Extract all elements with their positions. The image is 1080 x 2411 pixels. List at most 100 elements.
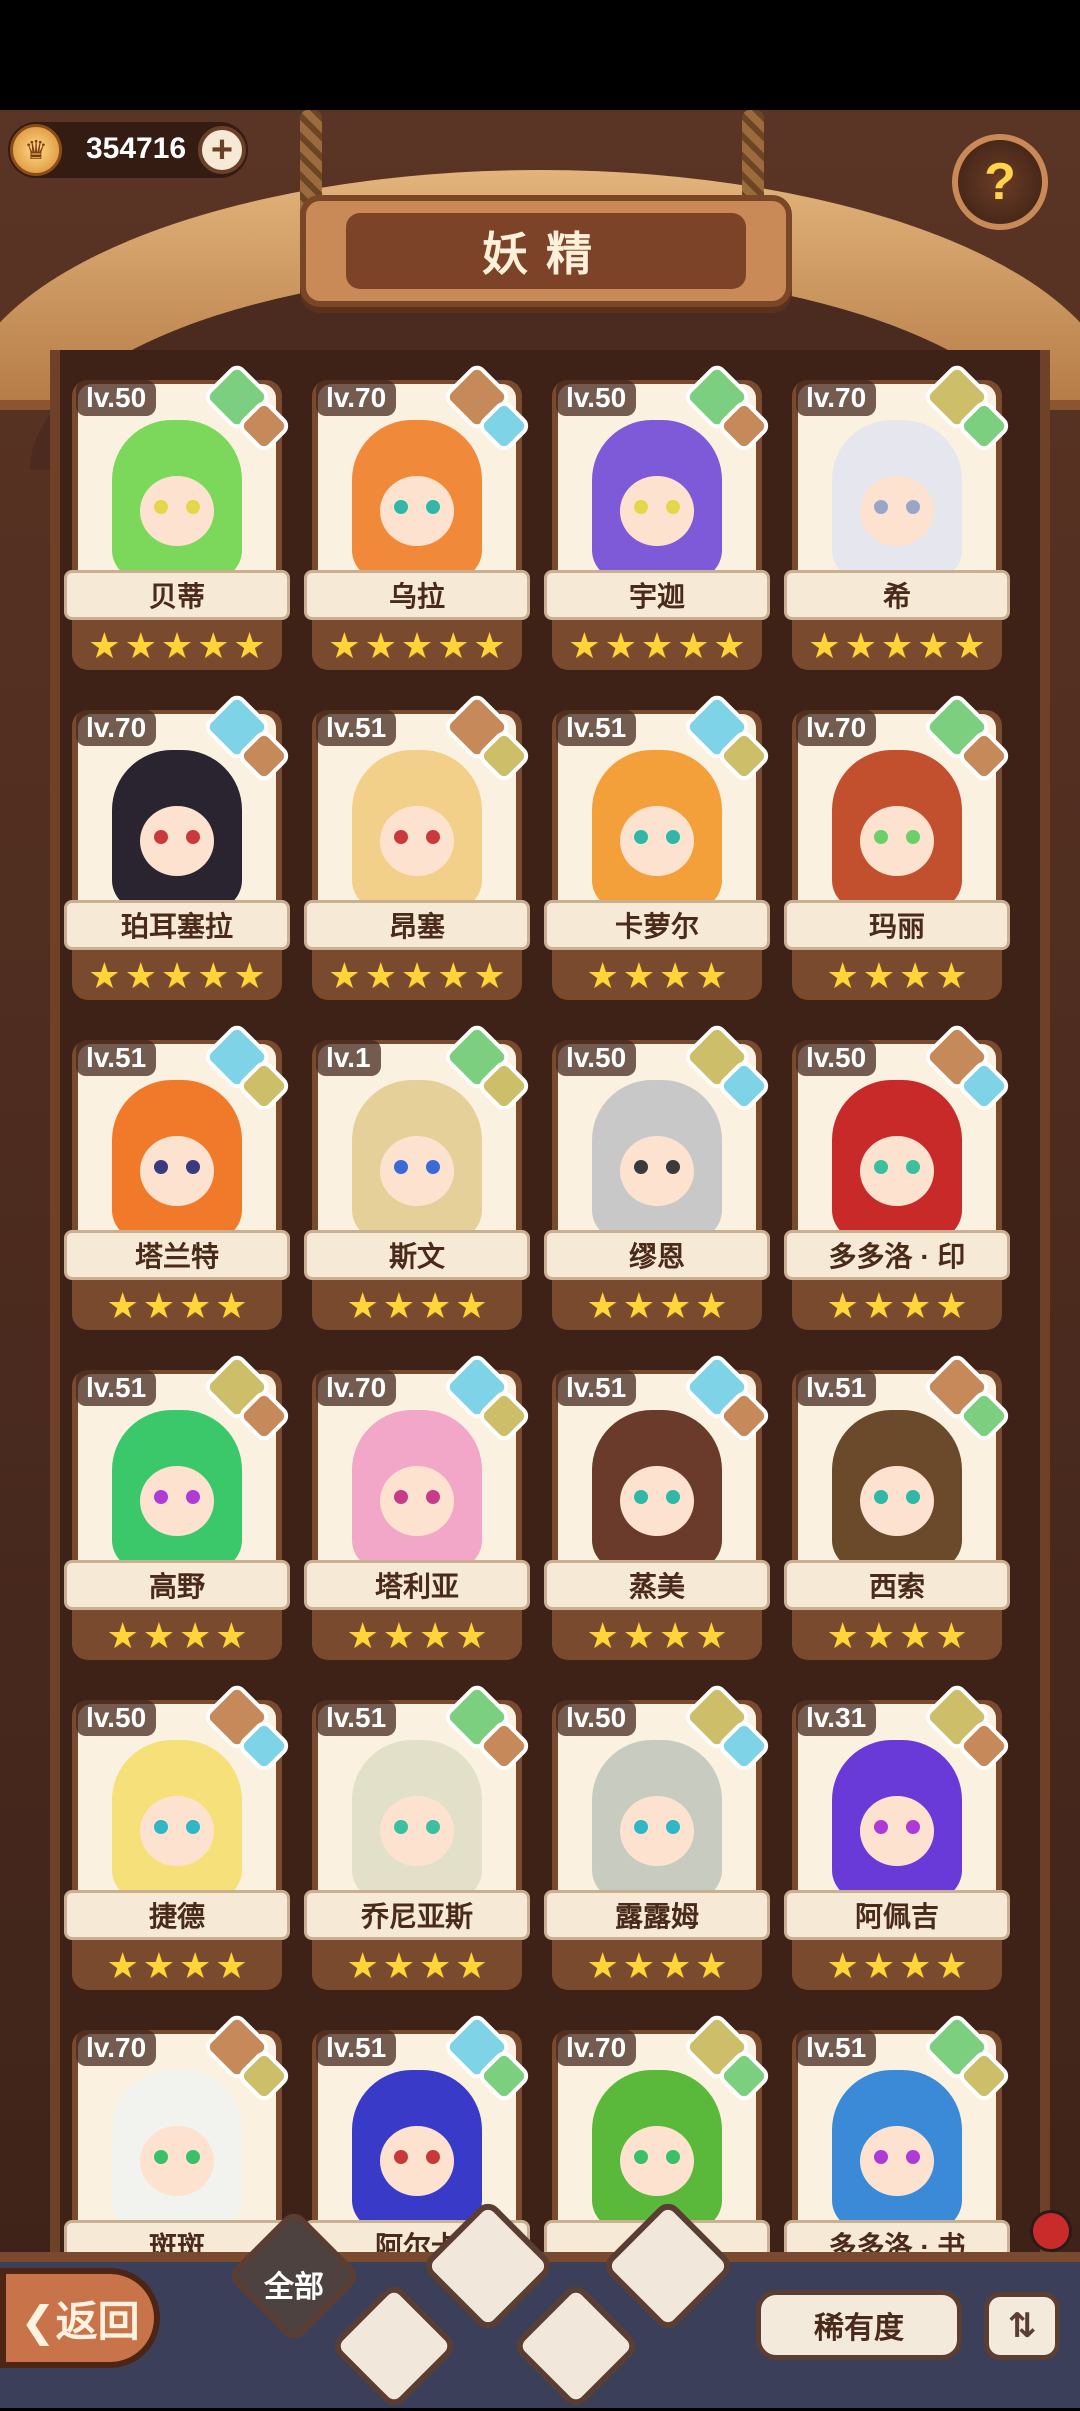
star-icon: ★	[695, 955, 728, 996]
star-rating: ★ ★ ★ ★	[794, 1286, 1000, 1326]
fairy-card[interactable]: lv.31 阿佩吉 ★ ★ ★ ★	[784, 1681, 1013, 1992]
star-icon: ★	[160, 625, 194, 666]
star-icon: ★	[586, 955, 619, 996]
ladybug-icon	[1030, 2210, 1072, 2252]
star-icon: ★	[160, 955, 194, 996]
fairy-eyes	[634, 830, 680, 844]
star-rating: ★ ★ ★ ★ ★	[74, 956, 280, 996]
fairy-card[interactable]: lv.70 珀耳塞拉 ★ ★ ★ ★ ★	[64, 691, 293, 1002]
fairy-eyes	[634, 1160, 680, 1174]
star-icon: ★	[88, 955, 121, 996]
fairy-card[interactable]: lv.51 塔兰特 ★ ★ ★ ★	[64, 1021, 293, 1332]
star-icon: ★	[437, 955, 470, 996]
level-label: lv.1	[316, 1040, 381, 1076]
fairy-card[interactable]: lv.50 多多洛 · 印 ★ ★ ★ ★	[784, 1021, 1013, 1332]
star-icon: ★	[179, 1285, 212, 1326]
rarity-sort-button[interactable]: 稀有度	[756, 2290, 962, 2360]
level-label: lv.50	[76, 1700, 157, 1736]
fairy-eyes	[394, 1490, 440, 1504]
star-icon: ★	[586, 1285, 619, 1326]
fairy-name: 塔兰特	[64, 1230, 290, 1280]
fairy-card[interactable]: lv.51 乔尼亚斯 ★ ★ ★ ★	[304, 1681, 533, 1992]
fairy-card[interactable]: lv.50 宇迦 ★ ★ ★ ★ ★	[544, 361, 773, 672]
star-icon: ★	[197, 955, 230, 996]
fairy-card[interactable]: lv.51 西索 ★ ★ ★ ★	[784, 1351, 1013, 1662]
star-icon: ★	[677, 625, 710, 666]
fairy-eyes	[874, 1820, 920, 1834]
fairy-card[interactable]: lv.50 贝蒂 ★ ★ ★ ★ ★	[64, 361, 293, 672]
back-button[interactable]: ❮返回	[0, 2268, 160, 2368]
fairy-card[interactable]: lv.51 蒸美 ★ ★ ★ ★	[544, 1351, 773, 1662]
coin-icon: ♛	[10, 124, 62, 176]
status-bar-area	[0, 0, 1080, 110]
help-button[interactable]: ?	[952, 134, 1048, 230]
fairy-card[interactable]: lv.51 昂塞 ★ ★ ★ ★ ★	[304, 691, 533, 1002]
level-label: lv.50	[76, 380, 157, 416]
fairy-name: 塔利亚	[304, 1560, 530, 1610]
level-label: lv.51	[556, 710, 637, 746]
currency-display: ♛ 354716 +	[8, 122, 248, 178]
star-icon: ★	[586, 1615, 619, 1656]
add-currency-button[interactable]: +	[198, 126, 246, 174]
star-icon: ★	[215, 1615, 248, 1656]
fairy-card[interactable]: lv.1 斯文 ★ ★ ★ ★	[304, 1021, 533, 1332]
star-icon: ★	[455, 1285, 488, 1326]
star-icon: ★	[899, 1285, 932, 1326]
fairy-name: 昂塞	[304, 900, 530, 950]
star-icon: ★	[215, 1945, 248, 1986]
star-icon: ★	[473, 955, 506, 996]
page-title: 妖精	[346, 213, 746, 289]
level-label: lv.51	[556, 1370, 637, 1406]
fairy-name: 贝蒂	[64, 570, 290, 620]
fairy-eyes	[394, 500, 440, 514]
star-icon: ★	[400, 955, 434, 996]
fairy-card[interactable]: lv.70 塔利亚 ★ ★ ★ ★	[304, 1351, 533, 1662]
star-rating: ★ ★ ★ ★	[554, 1946, 760, 1986]
level-label: lv.50	[556, 1700, 637, 1736]
fairy-card[interactable]: lv.50 缪恩 ★ ★ ★ ★	[544, 1021, 773, 1332]
star-icon: ★	[899, 1945, 932, 1986]
fairy-name: 西索	[784, 1560, 1010, 1610]
fairy-name: 捷德	[64, 1890, 290, 1940]
fairy-name: 宇迦	[544, 570, 770, 620]
star-icon: ★	[808, 625, 841, 666]
fairy-card[interactable]: lv.50 露露姆 ★ ★ ★ ★	[544, 1681, 773, 1992]
fairy-card[interactable]: lv.70 希 ★ ★ ★ ★ ★	[784, 361, 1013, 672]
fairy-card[interactable]: lv.51 高野 ★ ★ ★ ★	[64, 1351, 293, 1662]
level-label: lv.70	[796, 710, 877, 746]
level-label: lv.70	[316, 380, 397, 416]
star-icon: ★	[935, 1945, 968, 1986]
fairy-eyes	[874, 1160, 920, 1174]
fairy-eyes	[394, 2150, 440, 2164]
star-icon: ★	[880, 625, 914, 666]
fairy-eyes	[634, 1820, 680, 1834]
level-label: lv.70	[76, 2030, 157, 2066]
fairy-card[interactable]: lv.51 卡萝尔 ★ ★ ★ ★	[544, 691, 773, 1002]
star-icon: ★	[179, 1615, 212, 1656]
fairy-card[interactable]: lv.70 乌拉 ★ ★ ★ ★ ★	[304, 361, 533, 672]
star-icon: ★	[622, 955, 655, 996]
star-rating: ★ ★ ★ ★ ★	[74, 626, 280, 666]
fairy-eyes	[154, 830, 200, 844]
star-icon: ★	[400, 625, 434, 666]
level-label: lv.50	[556, 380, 637, 416]
star-rating: ★ ★ ★ ★	[74, 1946, 280, 1986]
star-icon: ★	[88, 625, 121, 666]
star-rating: ★ ★ ★ ★	[794, 1616, 1000, 1656]
star-icon: ★	[328, 625, 361, 666]
fairy-eyes	[874, 500, 920, 514]
star-icon: ★	[622, 1945, 655, 1986]
sort-order-button[interactable]: ⇅	[984, 2292, 1060, 2360]
star-icon: ★	[568, 625, 601, 666]
star-icon: ★	[455, 1615, 488, 1656]
level-label: lv.50	[556, 1040, 637, 1076]
star-icon: ★	[862, 1945, 895, 1986]
star-icon: ★	[419, 1615, 452, 1656]
filter-all-label: 全部	[264, 2271, 324, 2304]
level-label: lv.51	[316, 1700, 397, 1736]
fairy-name: 希	[784, 570, 1010, 620]
fairy-eyes	[154, 1160, 200, 1174]
fairy-card[interactable]: lv.70 玛丽 ★ ★ ★ ★	[784, 691, 1013, 1002]
star-icon: ★	[935, 1615, 968, 1656]
fairy-card[interactable]: lv.50 捷德 ★ ★ ★ ★	[64, 1681, 293, 1992]
